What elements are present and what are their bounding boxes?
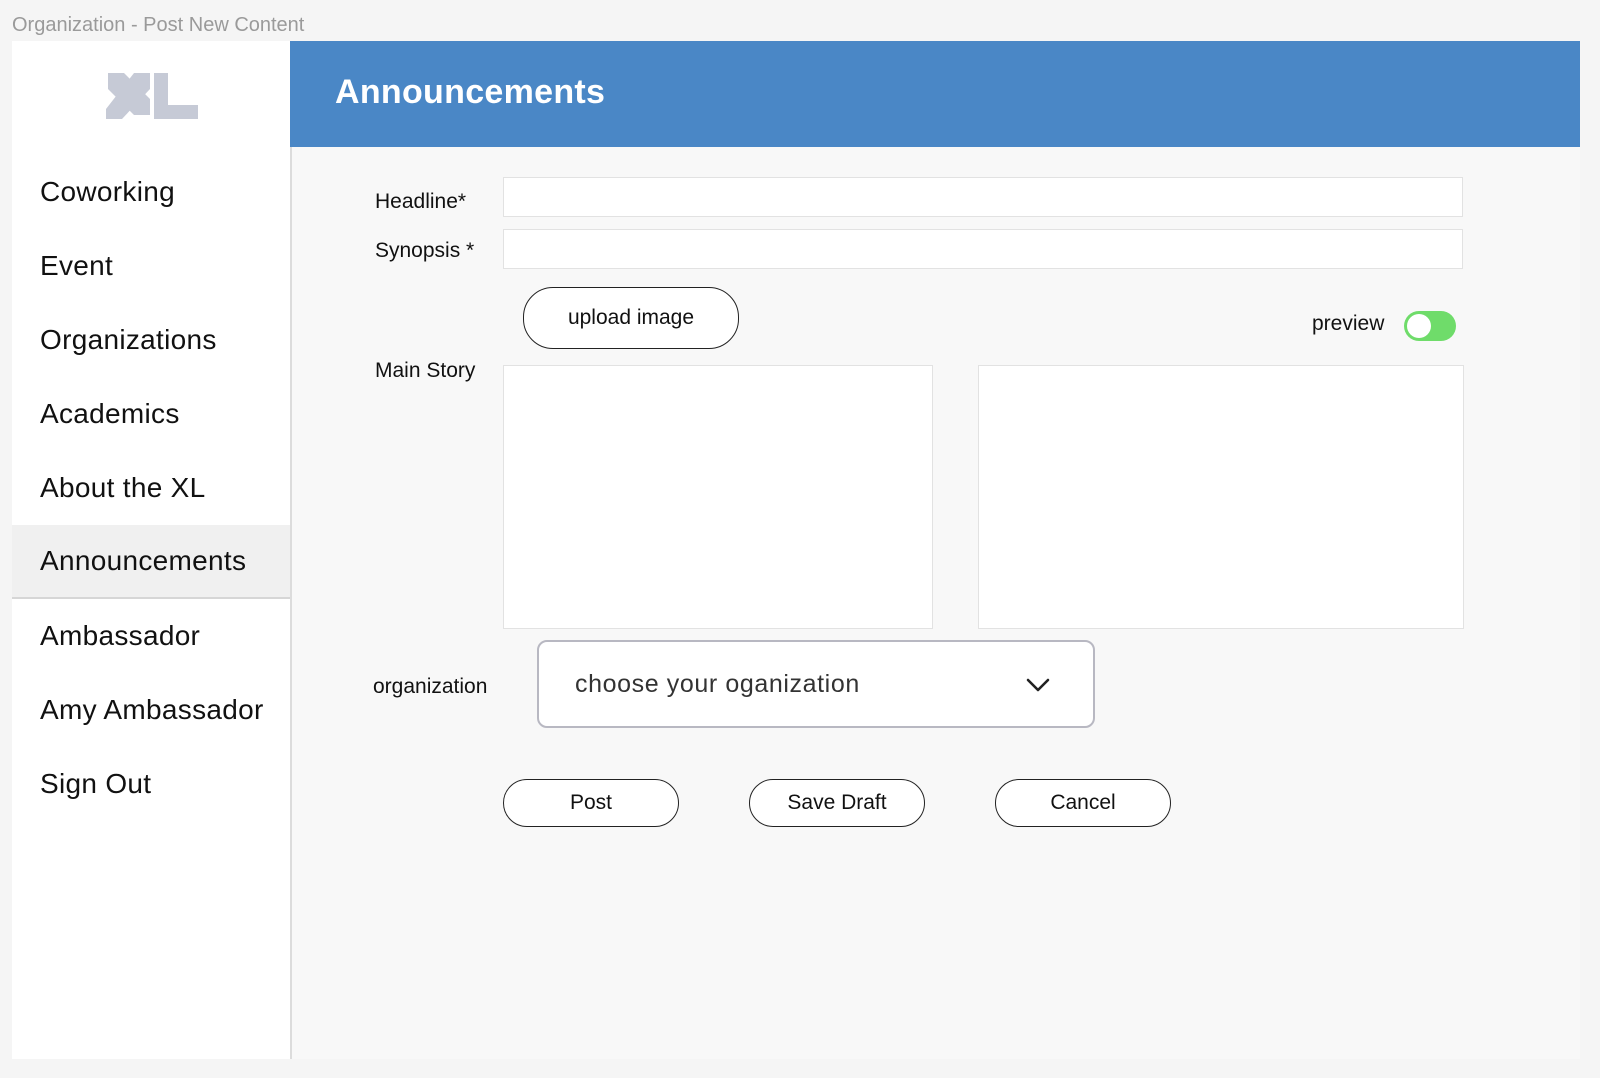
chevron-down-icon bbox=[1025, 672, 1051, 698]
main-story-label: Main Story bbox=[375, 359, 476, 382]
sidebar-item-sign-out[interactable]: Sign Out bbox=[12, 747, 290, 821]
sidebar-item-about-the-xl[interactable]: About the XL bbox=[12, 451, 290, 525]
sidebar-item-label: About the XL bbox=[40, 472, 206, 503]
main-story-textarea[interactable] bbox=[503, 365, 933, 629]
headline-label: Headline* bbox=[375, 190, 467, 213]
sidebar-item-label: Sign Out bbox=[40, 768, 152, 799]
cancel-label: Cancel bbox=[1050, 791, 1116, 814]
organization-select[interactable]: choose your oganization bbox=[537, 640, 1095, 728]
sidebar: Coworking Event Organizations Academics … bbox=[12, 41, 292, 1059]
window-title: Organization - Post New Content bbox=[12, 14, 305, 36]
sidebar-item-organizations[interactable]: Organizations bbox=[12, 303, 290, 377]
preview-label: preview bbox=[1312, 312, 1385, 335]
page-title: Announcements bbox=[335, 73, 606, 111]
synopsis-label: Synopsis * bbox=[375, 239, 475, 262]
upload-image-button[interactable]: upload image bbox=[523, 287, 739, 349]
organization-label: organization bbox=[373, 675, 488, 698]
save-draft-button[interactable]: Save Draft bbox=[749, 779, 925, 827]
sidebar-item-ambassador[interactable]: Ambassador bbox=[12, 599, 290, 673]
sidebar-item-label: Announcements bbox=[40, 545, 247, 576]
page-header: Announcements bbox=[290, 41, 1580, 147]
sidebar-item-label: Amy Ambassador bbox=[40, 694, 264, 725]
app-frame: Coworking Event Organizations Academics … bbox=[12, 41, 1580, 1059]
synopsis-input[interactable] bbox=[503, 229, 1463, 269]
upload-image-label: upload image bbox=[567, 306, 695, 329]
preview-pane bbox=[978, 365, 1464, 629]
sidebar-item-event[interactable]: Event bbox=[12, 229, 290, 303]
sidebar-item-label: Academics bbox=[40, 398, 180, 429]
cancel-button[interactable]: Cancel bbox=[995, 779, 1171, 827]
sidebar-item-label: Ambassador bbox=[40, 620, 201, 651]
preview-toggle[interactable] bbox=[1404, 311, 1456, 341]
save-draft-label: Save Draft bbox=[787, 791, 887, 814]
sidebar-item-academics[interactable]: Academics bbox=[12, 377, 290, 451]
sidebar-item-amy-ambassador[interactable]: Amy Ambassador bbox=[12, 673, 290, 747]
sidebar-item-announcements[interactable]: Announcements bbox=[12, 525, 290, 599]
sidebar-item-label: Organizations bbox=[40, 324, 217, 355]
toggle-knob bbox=[1407, 314, 1431, 338]
sidebar-item-coworking[interactable]: Coworking bbox=[12, 155, 290, 229]
post-label: Post bbox=[569, 791, 613, 814]
post-button[interactable]: Post bbox=[503, 779, 679, 827]
headline-input[interactable] bbox=[503, 177, 1463, 217]
organization-select-value: choose your oganization bbox=[575, 670, 860, 698]
xl-logo-icon[interactable] bbox=[106, 69, 202, 127]
sidebar-item-label: Coworking bbox=[40, 176, 175, 207]
sidebar-item-label: Event bbox=[40, 250, 114, 281]
